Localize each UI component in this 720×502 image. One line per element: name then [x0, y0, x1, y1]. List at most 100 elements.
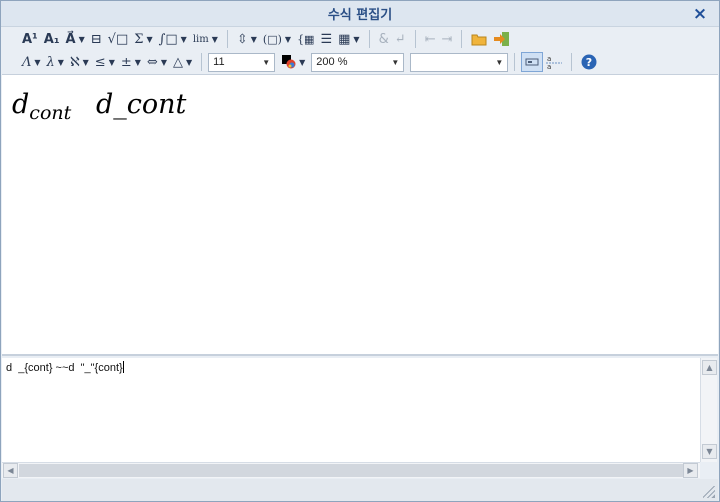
- align-button[interactable]: &: [376, 29, 392, 49]
- greek-lower-button[interactable]: λ ▼: [44, 52, 67, 72]
- chevron-down-icon: ▼: [78, 34, 85, 44]
- limit-button[interactable]: lim ▼: [190, 29, 221, 49]
- matrix-button[interactable]: ▦ ▼: [335, 29, 362, 49]
- matrix-icon: ▦: [338, 31, 351, 47]
- arrow-decoration-icon: ⇳: [236, 31, 248, 47]
- toolbar-top: A¹ A₁ A⃗ ▼ ⊟ √□ Σ ▼ ∫□ ▼ lim ▼ ⇳ ▼ (□) ▼ {▦ ☰ …: [1, 27, 719, 51]
- separator: [201, 53, 203, 71]
- svg-text:a: a: [547, 63, 551, 70]
- svg-text:a: a: [547, 55, 551, 63]
- zoom-value: 200 %: [316, 56, 348, 68]
- script-text[interactable]: d _{cont} ~~d "_"{cont}: [6, 361, 124, 374]
- color-button[interactable]: ▼: [279, 52, 308, 72]
- chevron-down-icon: ▼: [495, 57, 504, 67]
- pile-button[interactable]: ☰: [317, 29, 335, 49]
- subscript-text: cont: [29, 102, 72, 124]
- horizontal-scrollbar[interactable]: ◀ ▶: [2, 462, 700, 478]
- title-bar: 수식 편집기 ×: [1, 1, 719, 27]
- double-arrow-icon: ⇔: [146, 54, 158, 70]
- separator: [514, 53, 516, 71]
- toolbar-bottom: Λ ▼ λ ▼ ℵ ▼ ≤ ▼ ± ▼ ⇔ ▼ △ ▼ 11 ▼ ▼ 200 % ▼ ▼ aa: [1, 50, 719, 74]
- vertical-scrollbar[interactable]: ▲ ▼: [700, 358, 717, 462]
- triangle-icon: △: [172, 54, 183, 70]
- integral-button[interactable]: ∫□ ▼: [156, 29, 190, 49]
- separator: [226, 30, 228, 48]
- hebrew-button[interactable]: ℵ ▼: [67, 52, 92, 72]
- insert-icon[interactable]: [490, 29, 514, 49]
- font-size-select[interactable]: 11 ▼: [208, 52, 276, 72]
- chevron-down-icon: ▼: [391, 57, 400, 67]
- separator: [461, 30, 463, 48]
- operator-button[interactable]: ± ▼: [118, 52, 144, 72]
- chevron-down-icon: ▼: [185, 57, 193, 67]
- plus-minus-icon: ±: [120, 54, 132, 70]
- scroll-left-icon[interactable]: ◀: [3, 463, 18, 478]
- stacked-view-button[interactable]: aa: [543, 52, 565, 72]
- limit-icon: lim: [192, 33, 209, 45]
- svg-text:?: ?: [586, 56, 592, 69]
- sum-button[interactable]: Σ ▼: [131, 29, 155, 49]
- aleph-icon: ℵ: [69, 54, 80, 70]
- scroll-up-icon[interactable]: ▲: [702, 360, 717, 375]
- chevron-down-icon: ▼: [353, 34, 360, 44]
- inline-view-icon: [525, 58, 539, 66]
- subscript-button[interactable]: A₁: [41, 29, 63, 49]
- overline-icon: A⃗: [65, 31, 76, 47]
- color-palette-icon: [282, 55, 296, 69]
- resize-grip-icon[interactable]: [703, 486, 715, 498]
- fraction-button[interactable]: ⊟: [88, 29, 105, 49]
- chevron-down-icon: ▼: [250, 34, 257, 44]
- prev-button[interactable]: ⇤: [422, 29, 439, 49]
- bracket-button[interactable]: (□) ▼: [260, 29, 294, 49]
- help-icon[interactable]: ?: [578, 52, 600, 72]
- arrow-decoration-button[interactable]: ⇳ ▼: [234, 29, 260, 49]
- separator: [368, 30, 370, 48]
- root-button[interactable]: √□: [105, 29, 132, 49]
- chevron-down-icon: ▼: [262, 57, 271, 67]
- window-title: 수식 편집기: [327, 8, 393, 23]
- inline-view-button[interactable]: [521, 52, 544, 72]
- greek-capital-button[interactable]: Λ ▼: [19, 52, 44, 72]
- equation-preview[interactable]: dcont d_cont: [2, 74, 718, 356]
- base-text: d: [12, 89, 30, 120]
- zoom-select[interactable]: 200 % ▼: [311, 52, 405, 72]
- script-content: d _{cont} ~~d "_"{cont}: [6, 362, 123, 374]
- overline-button[interactable]: A⃗ ▼: [63, 29, 88, 49]
- horizontal-scroll-thumb[interactable]: [19, 464, 683, 477]
- next-button[interactable]: ⇥: [439, 29, 456, 49]
- script-editor[interactable]: d _{cont} ~~d "_"{cont}: [2, 358, 702, 462]
- chevron-down-icon: ▼: [299, 57, 306, 67]
- close-icon[interactable]: ×: [691, 4, 709, 24]
- rendered-subscript-expression: dcont: [12, 89, 71, 124]
- rendered-literal-expression: d_cont: [96, 89, 187, 120]
- chevron-down-icon: ▼: [82, 57, 89, 67]
- scroll-down-icon[interactable]: ▼: [702, 444, 717, 459]
- status-bar: [2, 479, 718, 501]
- sigma-icon: Σ: [134, 31, 144, 47]
- chevron-down-icon: ▼: [34, 57, 41, 67]
- separator: [571, 53, 573, 71]
- misc-symbol-button[interactable]: △ ▼: [170, 52, 195, 72]
- newline-button[interactable]: ↵: [392, 29, 409, 49]
- separator: [414, 30, 416, 48]
- open-folder-icon[interactable]: [468, 29, 490, 49]
- superscript-button[interactable]: A¹: [19, 29, 41, 49]
- chevron-down-icon: ▼: [284, 34, 292, 44]
- cases-button[interactable]: {▦: [294, 29, 317, 49]
- arrow-button[interactable]: ⇔ ▼: [144, 52, 170, 72]
- lambda-capital-icon: Λ: [22, 54, 32, 70]
- less-equal-icon: ≤: [94, 54, 106, 70]
- relation-button[interactable]: ≤ ▼: [92, 52, 118, 72]
- chevron-down-icon: ▼: [134, 57, 141, 67]
- integral-icon: ∫□: [158, 31, 178, 47]
- bracket-icon: (□): [262, 32, 282, 46]
- font-size-value: 11: [213, 56, 225, 68]
- scroll-right-icon[interactable]: ▶: [683, 463, 698, 478]
- chevron-down-icon: ▼: [146, 34, 153, 44]
- chevron-down-icon: ▼: [57, 57, 64, 67]
- font-name-select[interactable]: ▼: [410, 52, 509, 72]
- text-caret: [122, 361, 124, 373]
- lambda-icon: λ: [46, 54, 55, 70]
- chevron-down-icon: ▼: [108, 57, 115, 67]
- equation-editor-window: 수식 편집기 × A¹ A₁ A⃗ ▼ ⊟ √□ Σ ▼ ∫□ ▼ lim ▼ ⇳ ▼ (…: [0, 0, 720, 502]
